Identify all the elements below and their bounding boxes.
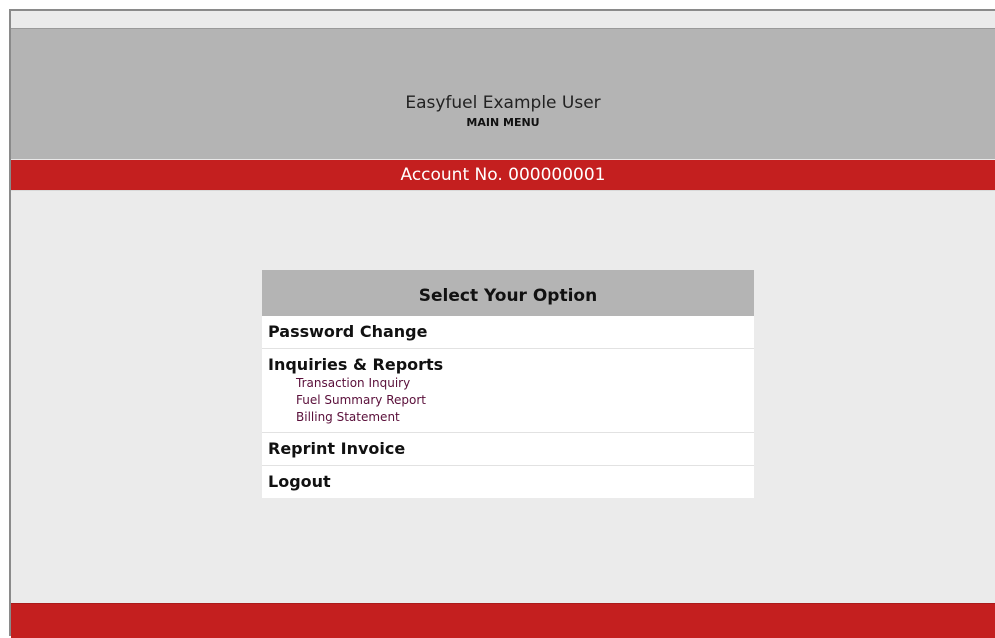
page-title: MAIN MENU — [466, 116, 540, 129]
logout-link[interactable]: Logout — [268, 470, 748, 494]
inquiries-reports-link[interactable]: Inquiries & Reports — [268, 353, 748, 377]
billing-statement-link[interactable]: Billing Statement — [268, 409, 748, 426]
menu-item-logout: Logout — [262, 466, 754, 498]
user-name: Easyfuel Example User — [405, 93, 601, 113]
account-number-bar: Account No. 000000001 — [11, 159, 995, 191]
menu-item-inquiries-reports: Inquiries & Reports Transaction Inquiry … — [262, 349, 754, 433]
menu-item-reprint-invoice: Reprint Invoice — [262, 433, 754, 466]
options-menu-title: Select Your Option — [262, 270, 754, 316]
footer-bar — [11, 603, 995, 638]
menu-item-password-change: Password Change — [262, 316, 754, 349]
options-menu: Select Your Option Password Change Inqui… — [262, 270, 754, 498]
transaction-inquiry-link[interactable]: Transaction Inquiry — [268, 375, 748, 392]
page-header: Easyfuel Example User MAIN MENU — [11, 28, 995, 159]
page-frame: Easyfuel Example User MAIN MENU Account … — [9, 9, 995, 638]
inquiries-submenu: Transaction Inquiry Fuel Summary Report … — [268, 375, 748, 428]
fuel-summary-report-link[interactable]: Fuel Summary Report — [268, 392, 748, 409]
password-change-link[interactable]: Password Change — [268, 320, 748, 344]
reprint-invoice-link[interactable]: Reprint Invoice — [268, 437, 748, 461]
